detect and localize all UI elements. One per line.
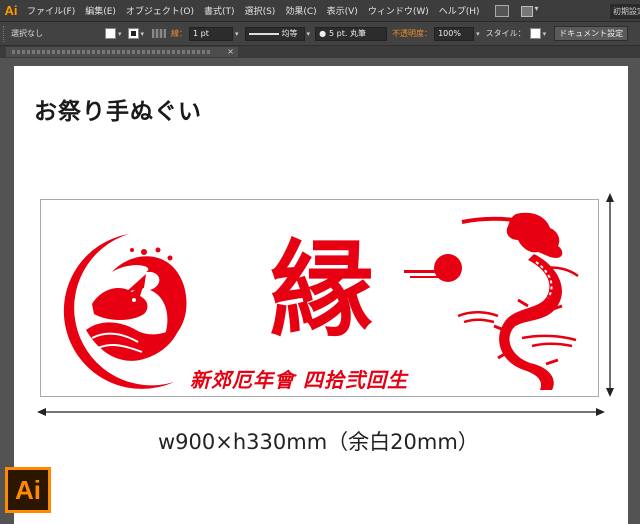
illustrator-logo-icon: Ai	[5, 467, 51, 513]
menu-select[interactable]: 選択(S)	[240, 4, 281, 17]
stroke-profile-field[interactable]: 均等	[244, 26, 305, 41]
page-title: お祭り手ぬぐい	[34, 98, 202, 125]
menu-edit[interactable]: 編集(E)	[80, 4, 121, 17]
opacity-dropdown-icon[interactable]: ▾	[476, 30, 480, 38]
fill-dropdown-icon[interactable]: ▾	[118, 30, 122, 38]
opacity-value: 100%	[438, 29, 461, 38]
stroke-color-swatch[interactable]	[127, 28, 139, 39]
menu-effect[interactable]: 効果(C)	[280, 4, 321, 17]
style-label: スタイル：	[485, 29, 526, 38]
stroke-line-icon	[248, 32, 279, 35]
control-bar: 選択なし ▾ ▾ 線： 1 pt ▾ 均等 ▾ ● 5 pt. 丸筆 不透明度：…	[0, 22, 640, 46]
menu-window[interactable]: ウィンドウ(W)	[363, 4, 434, 17]
document-tab[interactable]: ×	[6, 47, 238, 57]
arrange-documents-icon[interactable]	[520, 4, 539, 17]
fill-color-swatch[interactable]	[105, 28, 116, 39]
stroke-weight-value: 1 pt	[193, 29, 209, 38]
menu-file[interactable]: ファイル(F)	[22, 4, 80, 17]
swatch-blurred-icon	[152, 29, 167, 38]
brush-value: 5 pt. 丸筆	[329, 29, 366, 38]
brush-field[interactable]: ● 5 pt. 丸筆	[315, 26, 388, 41]
opacity-field[interactable]: 100%	[434, 26, 475, 41]
screen-mode-icon[interactable]	[494, 4, 509, 17]
main-kanji[interactable]: 縁	[262, 228, 382, 352]
rabbit-wave-emblem-icon[interactable]	[62, 226, 196, 396]
app-logo-icon: Ai	[4, 3, 18, 18]
stroke-label[interactable]: 線：	[171, 28, 187, 39]
stroke-dropdown-icon[interactable]: ▾	[141, 30, 145, 38]
document-tab-blurred-title	[12, 50, 212, 54]
dragon-icon[interactable]	[457, 210, 580, 392]
menu-view[interactable]: 表示(V)	[322, 4, 363, 17]
menu-bar: Ai ファイル(F) 編集(E) オブジェクト(O) 書式(T) 選択(S) 効…	[0, 0, 640, 22]
brush-dot-icon: ●	[319, 29, 327, 38]
towel-caption[interactable]: 新郊厄年會 四拾弐回生	[190, 364, 408, 393]
document-setup-button[interactable]: ドキュメント設定	[554, 26, 629, 41]
width-arrow-icon	[37, 408, 605, 416]
height-arrow-icon	[606, 193, 614, 397]
graphic-style-swatch[interactable]	[529, 28, 541, 39]
close-tab-icon[interactable]: ×	[227, 48, 234, 56]
menu-help[interactable]: ヘルプ(H)	[434, 4, 485, 17]
stroke-weight-dropdown-icon[interactable]: ▾	[235, 30, 239, 38]
panel-grip[interactable]	[3, 25, 6, 42]
stroke-weight-field[interactable]: 1 pt	[189, 26, 234, 41]
size-label: w900×h330mm（余白20mm）	[158, 430, 479, 454]
selection-status: 選択なし	[11, 29, 43, 38]
opacity-label[interactable]: 不透明度：	[392, 28, 432, 39]
workspace-switcher[interactable]: 初期設定	[610, 4, 640, 19]
style-dropdown-icon[interactable]: ▾	[543, 30, 547, 38]
document-tab-strip: ×	[0, 46, 640, 58]
menu-type[interactable]: 書式(T)	[199, 4, 240, 17]
stroke-profile-dropdown-icon[interactable]: ▾	[307, 30, 311, 38]
menu-object[interactable]: オブジェクト(O)	[121, 4, 199, 17]
stroke-profile-value: 均等	[281, 29, 298, 38]
